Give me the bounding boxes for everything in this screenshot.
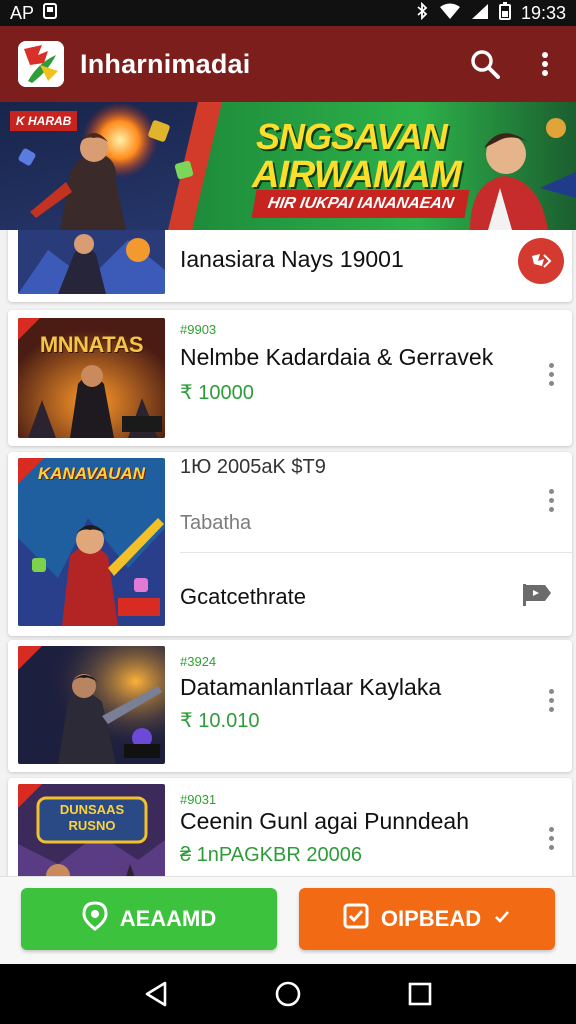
check-icon bbox=[493, 906, 511, 932]
orange-action-label: OIPBEAD bbox=[380, 906, 482, 931]
list-item[interactable]: #3924 Datamanlanтlaar Kaylaka ₹ 10.010 bbox=[8, 640, 572, 772]
item-thumbnail bbox=[18, 230, 165, 294]
check-square-icon bbox=[343, 903, 369, 935]
app-title: Inharnimadai bbox=[80, 48, 251, 79]
item-tag: #9031 bbox=[180, 792, 217, 807]
item-title: Nelmbe Kadardaia & Gerravek bbox=[180, 344, 494, 370]
item-title: 1Ю 2005aK $T9 bbox=[180, 456, 326, 478]
list-item[interactable]: MNNATAS #9903 Nelmbe Kadardaia & Gerrave… bbox=[8, 310, 572, 446]
item-thumbnail: DUNSAAS RUSNO bbox=[18, 784, 165, 880]
bluetooth-icon bbox=[415, 1, 429, 25]
item-title: Ianasiara Nays 19001 bbox=[180, 246, 404, 272]
more-options-icon[interactable] bbox=[540, 356, 562, 392]
app-screen: AP 19:33 Inharnimadai K HARAB SNGSAVAN A… bbox=[0, 0, 576, 1024]
flag-circle-icon[interactable] bbox=[518, 238, 564, 284]
system-nav-bar bbox=[0, 964, 576, 1024]
thumb-title: KANAVAUAN bbox=[37, 464, 146, 483]
green-action-label: AEAAMD bbox=[119, 906, 217, 931]
home-icon[interactable] bbox=[266, 972, 310, 1016]
item-tag: #3924 bbox=[180, 654, 217, 669]
app-logo bbox=[18, 41, 64, 87]
app-bar: Inharnimadai bbox=[0, 26, 576, 102]
item-title: Datamanlanтlaar Kaylaka bbox=[180, 674, 442, 700]
clock: 19:33 bbox=[520, 2, 566, 23]
item-subtitle: Tabatha bbox=[180, 512, 252, 534]
item-tag: #9903 bbox=[180, 322, 217, 337]
status-bar: AP 19:33 bbox=[0, 0, 576, 26]
item-price: ₴ 1nPAGKBR 20006 bbox=[180, 844, 362, 866]
item-thumbnail bbox=[18, 646, 165, 764]
battery-icon bbox=[498, 1, 511, 25]
search-icon[interactable] bbox=[468, 47, 502, 81]
overflow-menu-icon[interactable] bbox=[528, 47, 562, 81]
list-item[interactable]: KANAVAUAN 1Ю 2005aK $T9 Tabatha Gcatceth… bbox=[8, 452, 572, 636]
bottom-action-bar: AEAAMD OIPBEAD bbox=[0, 876, 576, 964]
more-options-icon[interactable] bbox=[540, 482, 562, 518]
location-pin-icon bbox=[82, 901, 108, 937]
product-list: Ianasiara Nays 19001 MNNATAS #9903 Nelmb… bbox=[0, 230, 576, 880]
item-price: ₹ 10.010 bbox=[180, 710, 260, 732]
more-options-icon[interactable] bbox=[540, 820, 562, 856]
thumb-title: MNNATAS bbox=[39, 332, 144, 357]
item-thumbnail: MNNATAS bbox=[18, 318, 165, 438]
more-options-icon[interactable] bbox=[540, 682, 562, 718]
item-price: ₹ 10000 bbox=[180, 382, 254, 404]
carrier-label: AP bbox=[10, 2, 35, 23]
wifi-icon bbox=[439, 3, 461, 24]
green-action-button[interactable]: AEAAMD bbox=[21, 888, 277, 950]
back-icon[interactable] bbox=[134, 972, 178, 1016]
list-item[interactable]: Ianasiara Nays 19001 bbox=[8, 230, 572, 302]
item-thumbnail: KANAVAUAN bbox=[18, 458, 165, 626]
flag-icon[interactable] bbox=[520, 578, 554, 612]
item-footer-title[interactable]: Gcatcethrate bbox=[180, 584, 306, 610]
orange-action-button[interactable]: OIPBEAD bbox=[299, 888, 555, 950]
promo-banner[interactable]: K HARAB SNGSAVAN AIRWAMAM HIR IUKPAI IAN… bbox=[0, 102, 576, 230]
list-item[interactable]: DUNSAAS RUSNO #9031 Ceenin Gunl agai Pun… bbox=[8, 778, 572, 880]
thumb-title: DUNSAAS RUSNO bbox=[59, 802, 125, 833]
item-footer-divider bbox=[180, 552, 572, 553]
banner-headline-1: SNGSAVAN bbox=[256, 116, 448, 157]
banner-tag: K HARAB bbox=[10, 111, 78, 131]
signal-icon bbox=[471, 3, 489, 24]
banner-ribbon: HIR IUKPAI IANANAEAN bbox=[251, 190, 470, 218]
item-title: Ceenin Gunl agai Punndeah bbox=[180, 808, 470, 834]
sim-icon bbox=[42, 2, 58, 24]
recents-icon[interactable] bbox=[398, 972, 442, 1016]
